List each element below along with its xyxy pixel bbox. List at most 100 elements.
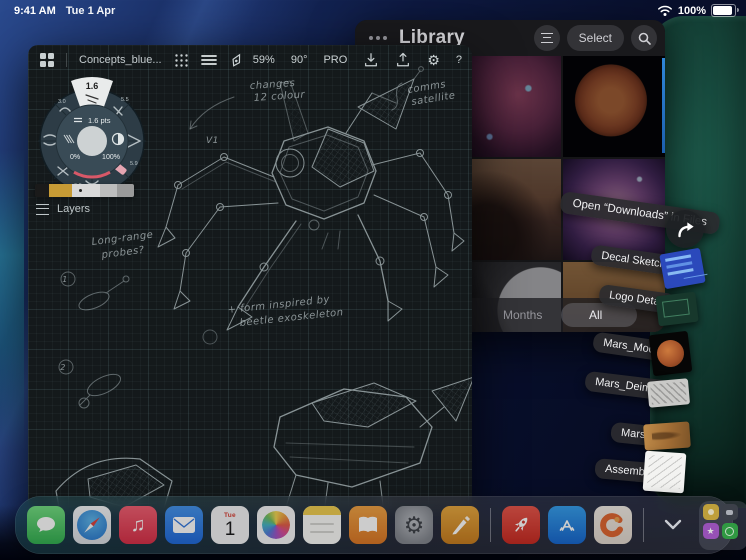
swatch-gold[interactable] bbox=[49, 184, 72, 197]
status-time: 9:41 AM bbox=[14, 5, 56, 17]
mail-app-icon[interactable] bbox=[165, 506, 203, 544]
calendar-day: 1 bbox=[224, 519, 236, 540]
tab-months[interactable]: Months bbox=[503, 308, 542, 322]
concepts-toolbar: Concepts_blue... 59% 90° PRO ⚙ ? bbox=[28, 45, 472, 75]
logo-detail-thumbnail[interactable] bbox=[655, 291, 699, 327]
dock-divider bbox=[490, 508, 491, 542]
color-swatch-bar[interactable] bbox=[35, 184, 134, 197]
window-more-icon[interactable] bbox=[369, 36, 387, 40]
battery-percent: 100% bbox=[677, 4, 706, 17]
books-app-icon[interactable] bbox=[349, 506, 387, 544]
dock-divider bbox=[643, 508, 644, 542]
precision-grid-icon[interactable] bbox=[174, 53, 189, 68]
notes-app-icon[interactable] bbox=[303, 506, 341, 544]
decal-sketches-thumbnail[interactable] bbox=[659, 247, 706, 290]
app-store-icon[interactable] bbox=[548, 506, 586, 544]
wheel-active-size: 1.6 bbox=[86, 81, 99, 91]
mars-model-thumbnail[interactable] bbox=[648, 330, 693, 377]
filter-lines-icon bbox=[540, 33, 553, 43]
assembly-thumbnail[interactable] bbox=[642, 450, 687, 494]
swatch-gray[interactable] bbox=[100, 184, 117, 197]
orange-swirl-icon bbox=[600, 513, 623, 538]
wheel-size-label: 5.5 bbox=[121, 97, 129, 103]
settings-app-icon[interactable]: ⚙ bbox=[395, 506, 433, 544]
swatch-light-gray[interactable] bbox=[72, 184, 100, 197]
gallery-grid-icon[interactable] bbox=[40, 53, 54, 67]
photos-app-icon[interactable] bbox=[257, 506, 295, 544]
mars-map-thumbnail[interactable] bbox=[643, 421, 691, 451]
mars-deimos-thumbnail[interactable] bbox=[646, 378, 691, 408]
settings-gear-icon[interactable]: ⚙ bbox=[427, 52, 440, 69]
photos-flower-icon bbox=[262, 511, 290, 539]
note-v: V1 bbox=[206, 136, 219, 146]
study-number-1: 1 bbox=[62, 275, 68, 284]
calendar-app-icon[interactable]: Tue 1 bbox=[211, 506, 249, 544]
brush-list-icon[interactable] bbox=[200, 54, 217, 66]
safari-app-icon[interactable] bbox=[73, 506, 111, 544]
battery-icon bbox=[711, 4, 739, 17]
status-bar: 9:41 AM Tue 1 Apr 100% bbox=[0, 0, 746, 24]
notes-yellow-bar bbox=[303, 506, 341, 515]
note-colour-line2: 12 colour bbox=[253, 89, 305, 104]
wheel-size-pts: 1.6 pts bbox=[88, 116, 111, 125]
zoom-level[interactable]: 59% bbox=[253, 54, 275, 66]
swatch-dark-gray[interactable] bbox=[117, 184, 134, 197]
search-icon bbox=[638, 32, 651, 45]
open-book-icon bbox=[359, 516, 377, 532]
layers-label: Layers bbox=[57, 203, 91, 215]
rocket-app-icon[interactable] bbox=[502, 506, 540, 544]
note-probes-line2: probes? bbox=[100, 245, 145, 261]
drag-forward-button[interactable] bbox=[666, 210, 704, 248]
swirl-app-icon[interactable] bbox=[594, 506, 632, 544]
document-title[interactable]: Concepts_blue... bbox=[79, 54, 162, 66]
sketch-app-icon[interactable] bbox=[441, 506, 479, 544]
rocket-icon bbox=[514, 517, 528, 532]
wheel-opacity-min: 0% bbox=[70, 154, 80, 161]
notes-line bbox=[310, 523, 334, 525]
drag-edge-highlight bbox=[662, 58, 665, 153]
search-button[interactable] bbox=[631, 25, 657, 51]
layers-list-icon bbox=[36, 203, 49, 215]
calendar-weekday: Tue bbox=[224, 512, 236, 519]
app-library-mini-icon bbox=[721, 523, 738, 539]
note-probes-line1: Long-range bbox=[91, 229, 154, 247]
music-app-icon[interactable]: ♫ bbox=[119, 506, 157, 544]
dock-chevron-button[interactable] bbox=[661, 513, 685, 537]
tool-wheel[interactable]: 1.6 3.0 5.5 5.9 6.0 1.6 pts bbox=[30, 73, 154, 197]
app-library-mini-icon bbox=[721, 504, 738, 520]
messages-app-icon[interactable] bbox=[27, 506, 65, 544]
app-library-mini-icon: ★ bbox=[702, 523, 719, 539]
pen-icon bbox=[452, 516, 470, 535]
layers-button[interactable]: Layers bbox=[36, 203, 90, 215]
app-library-icon[interactable]: ★ bbox=[699, 500, 746, 550]
photo-thumbnail-mars-hills[interactable] bbox=[459, 159, 561, 260]
compass-icon bbox=[77, 510, 107, 540]
envelope-icon bbox=[173, 517, 195, 533]
dock: ♫ Tue 1 ⚙ ★ bbox=[15, 496, 746, 554]
forward-arrow-icon bbox=[678, 222, 694, 238]
app-library-mini-icon bbox=[702, 504, 719, 520]
toolbar-divider bbox=[66, 53, 67, 67]
pro-badge[interactable]: PRO bbox=[323, 54, 347, 66]
study-number-2: 2 bbox=[60, 363, 66, 372]
photo-thumbnail-nebula[interactable] bbox=[459, 56, 561, 157]
pen-nib-icon[interactable] bbox=[229, 53, 244, 68]
tab-all[interactable]: All bbox=[589, 308, 602, 322]
gear-icon: ⚙ bbox=[403, 511, 425, 538]
import-icon[interactable] bbox=[363, 52, 379, 68]
filter-button[interactable] bbox=[533, 25, 560, 51]
concepts-app-window[interactable]: Concepts_blue... 59% 90° PRO ⚙ ? changes… bbox=[28, 45, 472, 510]
photo-thumbnail-mars-globe[interactable] bbox=[563, 56, 665, 157]
appstore-a-icon bbox=[559, 520, 575, 531]
wheel-opacity-max: 100% bbox=[102, 154, 120, 161]
wifi-icon bbox=[657, 5, 672, 17]
help-button[interactable]: ? bbox=[456, 54, 462, 66]
wallpaper-teal-strip bbox=[0, 150, 24, 450]
status-date: Tue 1 Apr bbox=[65, 5, 116, 17]
canvas-angle[interactable]: 90° bbox=[291, 54, 308, 66]
select-button[interactable]: Select bbox=[566, 25, 624, 51]
swatch-black[interactable] bbox=[35, 184, 49, 197]
chevron-down-icon bbox=[664, 519, 682, 530]
wheel-size-label: 3.0 bbox=[58, 99, 66, 105]
export-icon[interactable] bbox=[395, 52, 411, 68]
